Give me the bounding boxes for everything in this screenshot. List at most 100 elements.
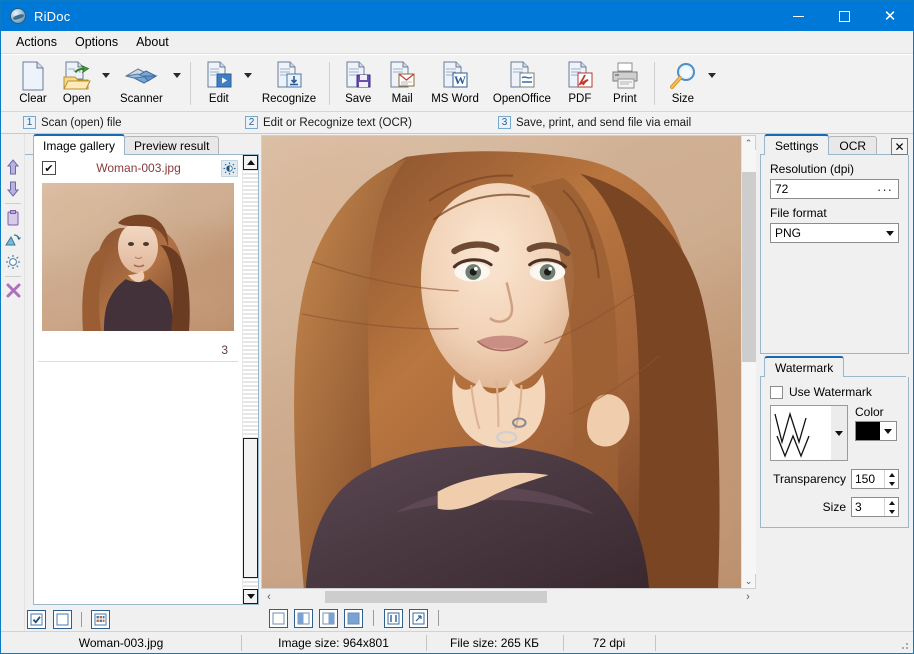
viewer-scroll-left-button[interactable]: ‹ (261, 591, 277, 603)
watermark-color-dropdown[interactable] (880, 422, 896, 440)
gallery-thumbnail[interactable] (42, 183, 234, 331)
toolbar-clear-button[interactable]: Clear (11, 59, 55, 105)
tab-watermark[interactable]: Watermark (764, 356, 844, 377)
gallery-scrollbar[interactable] (242, 155, 258, 604)
watermark-color-label: Color (855, 405, 897, 419)
watermark-color-swatch (856, 422, 880, 440)
file-format-select[interactable]: PNG (770, 223, 899, 243)
toolbar-print-button[interactable]: Print (602, 59, 648, 105)
resolution-browse-icon[interactable]: ··· (877, 182, 896, 197)
fit-none-icon[interactable] (269, 609, 288, 628)
resolution-value: 72 (775, 182, 877, 196)
resolution-input[interactable]: 72 ··· (770, 179, 899, 199)
tab-settings-label: Settings (775, 139, 818, 153)
transparency-increment[interactable] (885, 470, 898, 479)
clipboard-icon[interactable] (3, 207, 23, 229)
close-button[interactable]: ✕ (867, 1, 913, 31)
watermark-preview-dropdown[interactable] (831, 406, 847, 460)
close-panel-button[interactable]: ✕ (891, 138, 908, 155)
chevron-down-icon[interactable] (881, 224, 898, 242)
gallery-scroll-down-button[interactable] (243, 589, 258, 604)
menu-about[interactable]: About (127, 32, 178, 52)
size-increment[interactable] (885, 498, 898, 507)
triangle-up-icon (247, 160, 255, 165)
toolbar-open-dropdown[interactable] (99, 59, 113, 91)
deselect-all-icon[interactable] (53, 610, 72, 629)
toolbar-size-dropdown[interactable] (705, 59, 719, 91)
triangle-down-icon (247, 594, 255, 599)
resize-grip-icon[interactable] (898, 639, 910, 651)
size-label: Size (823, 500, 846, 514)
window-controls: ✕ (775, 1, 913, 31)
rotate-icon[interactable] (3, 229, 23, 251)
fit-left-half-icon[interactable] (294, 609, 313, 628)
viewer-vscroll-track[interactable] (742, 150, 756, 574)
resolution-label: Resolution (dpi) (770, 162, 899, 176)
watermark-color-select[interactable] (855, 421, 897, 441)
menu-actions[interactable]: Actions (7, 32, 66, 52)
viewer-vertical-scrollbar[interactable]: ⌃ ⌄ (741, 136, 755, 588)
maximize-button[interactable] (821, 1, 867, 31)
gallery-scroll-track[interactable] (243, 170, 258, 589)
menu-options[interactable]: Options (66, 32, 127, 52)
tab-settings[interactable]: Settings (764, 134, 829, 155)
toolbar-scanner-dropdown[interactable] (170, 59, 184, 91)
minimize-button[interactable] (775, 1, 821, 31)
size-decrement[interactable] (885, 507, 898, 516)
toolbar-size-button[interactable]: Size (661, 59, 705, 105)
viewer-hscroll-track[interactable] (277, 590, 740, 604)
move-up-icon[interactable] (3, 156, 23, 178)
thumbnail-grid-icon[interactable] (91, 610, 110, 629)
fit-right-half-icon[interactable] (319, 609, 338, 628)
watermark-color-group: Color (855, 405, 897, 441)
brightness-icon[interactable] (3, 251, 23, 273)
delete-icon[interactable] (3, 280, 23, 302)
viewer-column: ⌃ ⌄ ‹ › (259, 134, 756, 631)
hint-bar: 1 Scan (open) file 2 Edit or Recognize t… (1, 112, 913, 134)
transparency-decrement[interactable] (885, 479, 898, 488)
toolbar-openoffice-button[interactable]: OpenOffice (486, 59, 558, 105)
viewer-scroll-right-button[interactable]: › (740, 591, 756, 603)
hint-3-number: 3 (498, 116, 511, 129)
move-down-icon[interactable] (3, 178, 23, 200)
gallery-item-checkbox[interactable]: ✔ (42, 161, 56, 175)
gallery-list[interactable]: ✔ Woman-003.jpg (34, 155, 242, 604)
select-all-icon[interactable] (27, 610, 46, 629)
tab-image-gallery[interactable]: Image gallery (33, 134, 125, 155)
toolbar-scanner-button[interactable]: Scanner (113, 59, 170, 105)
toolbar-msword-button[interactable]: W MS Word (424, 59, 486, 105)
use-watermark-row[interactable]: Use Watermark (770, 385, 899, 399)
toolbar-pdf-button[interactable]: PDF (558, 59, 602, 105)
gallery-item-brightness-icon[interactable] (221, 160, 238, 177)
size-stepper[interactable]: 3 (851, 497, 899, 517)
gallery-tool-separator (81, 612, 82, 627)
toolbar-clear-label: Clear (19, 93, 46, 105)
fit-full-icon[interactable] (344, 609, 363, 628)
toolbar-open-button[interactable]: Open (55, 59, 99, 105)
gallery-item-filename: Woman-003.jpg (62, 161, 215, 175)
transparency-stepper[interactable]: 150 (851, 469, 899, 489)
tab-preview-result[interactable]: Preview result (124, 136, 219, 155)
toolbar-mail-button[interactable]: Mail (380, 59, 424, 105)
toolbar-edit-label: Edit (209, 93, 229, 105)
viewer-scroll-up-button[interactable]: ⌃ (742, 136, 756, 150)
toolbar-edit-dropdown[interactable] (241, 59, 255, 91)
printer-icon (609, 61, 641, 91)
fit-page-icon[interactable] (409, 609, 428, 628)
close-icon: ✕ (884, 9, 897, 24)
tab-ocr[interactable]: OCR (828, 136, 877, 155)
size-value: 3 (852, 498, 884, 516)
toolbar-recognize-button[interactable]: Recognize (255, 59, 323, 105)
toolbar-save-button[interactable]: Save (336, 59, 380, 105)
viewer-horizontal-scrollbar[interactable]: ‹ › (261, 589, 756, 605)
watermark-middle: Color (770, 405, 899, 461)
toolbar-edit-button[interactable]: Edit (197, 59, 241, 105)
tab-preview-result-label: Preview result (134, 139, 209, 153)
ridoc-app-icon (10, 8, 26, 24)
fit-width-icon[interactable] (384, 609, 403, 628)
viewer-scroll-down-button[interactable]: ⌄ (742, 574, 756, 588)
watermark-preview-select[interactable] (770, 405, 848, 461)
gallery-scroll-up-button[interactable] (243, 155, 258, 170)
image-canvas[interactable] (262, 136, 741, 588)
use-watermark-checkbox[interactable] (770, 386, 783, 399)
